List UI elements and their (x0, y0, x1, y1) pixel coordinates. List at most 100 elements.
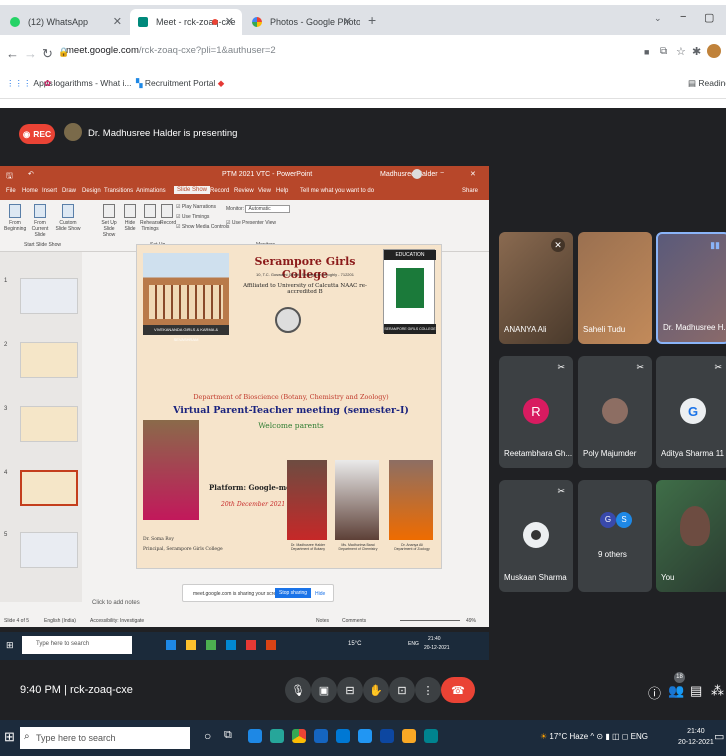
menu-help[interactable]: Help (276, 188, 288, 194)
tab-whatsapp[interactable]: (12) WhatsApp ✕ (2, 9, 130, 35)
store-icon[interactable] (336, 729, 350, 743)
app-icon[interactable] (424, 729, 438, 743)
extensions-icon[interactable]: ✱ (692, 45, 701, 58)
status-access[interactable]: Accessibility: Investigate (90, 618, 144, 624)
others-tile[interactable]: G S 9 others (578, 480, 652, 592)
close-icon[interactable]: ✕ (343, 15, 352, 28)
more-button[interactable]: ⋮ (415, 677, 441, 703)
play-narrations-check[interactable]: ☑ Play Narrations (176, 204, 216, 210)
url-field[interactable]: meet.google.com/rck-zoaq-cxe?pli=1&authu… (66, 45, 276, 56)
maximize-icon[interactable]: ▢ (704, 11, 714, 24)
people-icon[interactable]: 👥 (668, 683, 684, 699)
custom-show-button[interactable]: Custom Slide Show (54, 204, 82, 232)
taskbar-search[interactable]: ⌕ Type here to search (20, 727, 190, 749)
back-icon[interactable]: ← (6, 46, 19, 61)
tab-meet[interactable]: Meet - rck-zoaq-cxe ✕ (130, 9, 242, 35)
monitor-select[interactable]: Monitor: Automatic (226, 205, 290, 213)
menu-draw[interactable]: Draw (62, 188, 76, 194)
from-beginning-button[interactable]: From Beginning (4, 204, 26, 232)
participant-tile-speaking[interactable]: ▮▮ Dr. Madhusree H... (656, 232, 726, 344)
end-call-button[interactable]: ☎ (441, 677, 475, 703)
notes-placeholder[interactable]: Click to add notes (92, 600, 140, 606)
activities-icon[interactable]: ⁂ (711, 683, 724, 699)
captions-button[interactable]: ⊟ (337, 677, 363, 703)
setup-button[interactable]: Set Up Slide Show (98, 204, 120, 238)
close-icon[interactable]: ✕ (470, 170, 476, 178)
task-view-icon[interactable]: ⧉ (224, 729, 232, 742)
menu-insert[interactable]: Insert (42, 188, 57, 194)
tray-icons[interactable]: ^ ⊙ ▮ ◫ ◻ (590, 732, 628, 741)
forward-icon[interactable]: → (24, 46, 37, 61)
chrome-icon[interactable] (292, 729, 306, 743)
share-icon[interactable]: ⧉ (660, 46, 667, 57)
notes-button[interactable]: Notes (316, 618, 329, 624)
taskbar-clock[interactable]: 21:40 20-12-2021 (678, 726, 714, 748)
edge-icon[interactable] (270, 729, 284, 743)
presenter-view-check[interactable]: ☑ Use Presenter View (226, 220, 276, 226)
app-icon[interactable] (358, 729, 372, 743)
notifications-icon[interactable]: ▭ (714, 730, 724, 743)
menu-home[interactable]: Home (22, 188, 38, 194)
comments-button[interactable]: Comments (342, 618, 366, 624)
menu-view[interactable]: View (258, 188, 271, 194)
menu-design[interactable]: Design (82, 188, 101, 194)
from-current-button[interactable]: From Current Slide (28, 204, 52, 238)
bookmark-logarithms[interactable]: ✿ logarithms - What i... (44, 78, 131, 89)
record-button[interactable]: Record (160, 204, 176, 226)
menu-review[interactable]: Review (234, 188, 254, 194)
camera-in-use-icon[interactable]: ■ (644, 47, 649, 57)
participant-tile[interactable]: ✂ Muskaan Sharma (499, 480, 573, 592)
reading-list[interactable]: ▤ Reading l (688, 78, 726, 89)
tab-photos[interactable]: Photos - Google Photos ✕ (244, 9, 360, 35)
info-icon[interactable]: ⓘ (648, 683, 661, 702)
participant-tile[interactable]: ✂ R Reetambhara Gh... (499, 356, 573, 468)
slide-thumb-3[interactable] (20, 406, 78, 442)
tell-me-field[interactable]: Tell me what you want to do (300, 188, 374, 194)
hide-banner-button[interactable]: Hide (315, 591, 325, 597)
new-tab-button[interactable]: + (368, 12, 376, 28)
close-icon[interactable]: ✕ (225, 15, 234, 28)
present-button[interactable]: ⊡ (389, 677, 415, 703)
undo-icon[interactable]: ↶ (28, 170, 34, 178)
star-icon[interactable]: ☆ (676, 45, 686, 58)
minimize-icon[interactable]: − (440, 170, 444, 177)
windows-icon[interactable]: ⊞ (4, 729, 15, 745)
slide-thumb-4[interactable] (20, 470, 78, 506)
close-icon[interactable]: ✕ (113, 15, 122, 28)
app-icon[interactable] (248, 729, 262, 743)
slide-thumb-2[interactable] (20, 342, 78, 378)
reload-icon[interactable]: ↻ (42, 46, 53, 62)
slide-thumb-1[interactable] (20, 278, 78, 314)
chat-icon[interactable]: ▤ (690, 683, 702, 699)
show-media-check[interactable]: ☑ Show Media Controls (176, 224, 229, 230)
mic-button[interactable]: 🎙 (285, 677, 311, 703)
app-icon[interactable] (314, 729, 328, 743)
self-tile[interactable]: You (656, 480, 726, 592)
tab-search-icon[interactable]: ⌄ (654, 13, 662, 24)
profile-avatar[interactable] (707, 44, 721, 58)
language-indicator[interactable]: ENG (631, 732, 648, 741)
slide-thumb-5[interactable] (20, 532, 78, 568)
hide-slide-button[interactable]: Hide Slide (122, 204, 138, 232)
minimize-icon[interactable]: − (680, 11, 686, 23)
menu-record[interactable]: Record (210, 188, 229, 194)
bookmark-recruitment[interactable]: ▚ Recruitment Portal ◆ (136, 78, 224, 89)
save-icon[interactable]: 🖫 (6, 170, 13, 184)
share-button[interactable]: Share (462, 188, 478, 194)
cortana-icon[interactable]: ○ (204, 729, 211, 743)
raise-hand-button[interactable]: ✋ (363, 677, 389, 703)
participant-tile[interactable]: ✂ Poly Majumder (578, 356, 652, 468)
stop-sharing-button[interactable]: Stop sharing (275, 588, 312, 598)
menu-transitions[interactable]: Transitions (104, 188, 133, 194)
app-icon[interactable] (380, 729, 394, 743)
use-timings-check[interactable]: ☑ Use Timings (176, 214, 209, 220)
menu-slide-show[interactable]: Slide Show (174, 186, 211, 194)
menu-file[interactable]: File (6, 188, 16, 194)
participant-tile[interactable]: ✂ G Aditya Sharma 11 ... (656, 356, 726, 468)
participant-tile[interactable]: ✕ ANANYA Ali (499, 232, 573, 344)
files-icon[interactable] (402, 729, 416, 743)
menu-animations[interactable]: Animations (136, 188, 166, 194)
participant-tile[interactable]: Saheli Tudu (578, 232, 652, 344)
rehearse-button[interactable]: Rehearse Timings (140, 204, 162, 232)
zoom-slider[interactable] (400, 620, 460, 621)
